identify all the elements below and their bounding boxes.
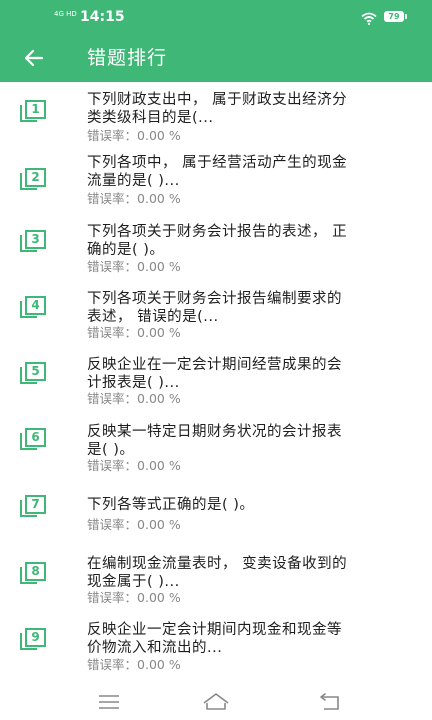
signal-indicator: 4G HD — [54, 10, 77, 18]
rank-number: 2 — [25, 168, 46, 187]
error-rate-value: 0.00 % — [137, 517, 181, 532]
arrow-left-icon — [24, 49, 44, 67]
question-line-2: 现金属于( )... — [87, 574, 180, 590]
rank-number: 5 — [25, 362, 46, 381]
error-rate-value: 0.00 % — [137, 128, 181, 143]
error-rate: 错误率：0.00 % — [87, 391, 181, 406]
list-item[interactable]: 3 下列各项关于财务会计报告的表述， 正 确的是( )。 错误率：0.00 % — [0, 220, 432, 286]
rank-number: 8 — [25, 562, 46, 581]
error-rate: 错误率：0.00 % — [87, 458, 181, 473]
app-toolbar: 错题排行 — [0, 34, 432, 82]
error-rate-label: 错误率： — [87, 128, 138, 143]
system-nav-bar — [0, 684, 432, 720]
question-line-2: 类类级科目的是(... — [87, 110, 214, 126]
question-line-1: 下列各项关于财务会计报告的表述， 正 — [87, 224, 348, 240]
rank-icon: 6 — [20, 428, 48, 452]
question-line-1: 下列各项关于财务会计报告编制要求的 — [87, 291, 342, 307]
rank-icon: 5 — [20, 362, 48, 386]
rank-number: 1 — [25, 100, 46, 119]
question-line-1: 反映企业在一定会计期间经营成果的会 — [87, 357, 342, 373]
question-line-2: 确的是( )。 — [87, 242, 165, 258]
rank-icon: 8 — [20, 562, 48, 586]
error-rate-label: 错误率： — [87, 517, 138, 532]
rank-icon: 4 — [20, 296, 48, 320]
question-line-2: 计报表是( )... — [87, 375, 180, 391]
rank-number: 3 — [25, 230, 46, 249]
list-item[interactable]: 1 下列财政支出中， 属于财政支出经济分 类类级科目的是(... 错误率：0.0… — [0, 88, 432, 154]
question-line-1: 下列各等式正确的是( )。 — [87, 497, 255, 513]
home-icon[interactable] — [202, 690, 229, 714]
list-item[interactable]: 9 反映企业一定会计期间内现金和现金等 价物流入和流出的... 错误率：0.00… — [0, 616, 432, 682]
wifi-icon — [361, 10, 377, 29]
error-rate-value: 0.00 % — [137, 325, 181, 340]
rank-icon: 9 — [20, 628, 48, 652]
rank-number: 7 — [25, 495, 46, 514]
question-line-1: 下列财政支出中， 属于财政支出经济分 — [87, 92, 348, 108]
error-rate-value: 0.00 % — [137, 191, 181, 206]
battery-indicator: 79 — [384, 11, 407, 22]
rank-icon: 1 — [20, 100, 48, 124]
question-line-1: 反映某一特定日期财务状况的会计报表 — [87, 424, 342, 440]
status-time: 14:15 — [80, 9, 125, 25]
error-rate-label: 错误率： — [87, 590, 138, 605]
list-item[interactable]: 8 在编制现金流量表时， 变卖设备收到的 现金属于( )... 错误率：0.00… — [0, 550, 432, 616]
error-rate: 错误率：0.00 % — [87, 590, 181, 605]
error-rate: 错误率：0.00 % — [87, 128, 181, 143]
page-title: 错题排行 — [87, 47, 168, 69]
error-rate-label: 错误率： — [87, 259, 138, 274]
error-rate-label: 错误率： — [87, 391, 138, 406]
error-rate: 错误率：0.00 % — [87, 517, 181, 532]
rank-number: 9 — [25, 628, 46, 647]
rank-icon: 7 — [20, 495, 48, 519]
question-line-2: 流量的是( )... — [87, 173, 180, 189]
rank-icon: 3 — [20, 230, 48, 254]
list-item[interactable]: 5 反映企业在一定会计期间经营成果的会 计报表是( )... 错误率：0.00 … — [0, 352, 432, 418]
error-rate-label: 错误率： — [87, 458, 138, 473]
error-rate-value: 0.00 % — [137, 657, 181, 672]
list-item[interactable]: 7 下列各等式正确的是( )。 错误率：0.00 % — [0, 484, 432, 550]
error-rate-value: 0.00 % — [137, 259, 181, 274]
question-line-2: 价物流入和流出的... — [87, 640, 223, 656]
error-rate-label: 错误率： — [87, 657, 138, 672]
list-item[interactable]: 2 下列各项中， 属于经营活动产生的现金 流量的是( )... 错误率：0.00… — [0, 154, 432, 220]
rank-number: 6 — [25, 428, 46, 447]
error-rate: 错误率：0.00 % — [87, 259, 181, 274]
question-line-2: 是( )。 — [87, 442, 135, 458]
error-rate-value: 0.00 % — [137, 391, 181, 406]
question-line-1: 反映企业一定会计期间内现金和现金等 — [87, 622, 342, 638]
rank-number: 4 — [25, 296, 46, 315]
error-rate: 错误率：0.00 % — [87, 325, 181, 340]
error-rate: 错误率：0.00 % — [87, 191, 181, 206]
list-item[interactable]: 6 反映某一特定日期财务状况的会计报表 是( )。 错误率：0.00 % — [0, 418, 432, 484]
question-line-1: 在编制现金流量表时， 变卖设备收到的 — [87, 556, 348, 572]
error-rate-value: 0.00 % — [137, 458, 181, 473]
status-bar: 4G HD 14:15 79 — [0, 0, 432, 34]
rank-icon: 2 — [20, 168, 48, 192]
error-rate-label: 错误率： — [87, 191, 138, 206]
list-item[interactable]: 4 下列各项关于财务会计报告编制要求的 表述， 错误的是(... 错误率：0.0… — [0, 286, 432, 352]
back-button[interactable] — [22, 46, 46, 70]
error-rate-value: 0.00 % — [137, 590, 181, 605]
question-line-1: 下列各项中， 属于经营活动产生的现金 — [87, 155, 348, 171]
error-rate: 错误率：0.00 % — [87, 657, 181, 672]
question-line-2: 表述， 错误的是(... — [87, 309, 219, 325]
menu-icon[interactable] — [96, 690, 122, 714]
error-rate-label: 错误率： — [87, 325, 138, 340]
return-icon[interactable] — [318, 690, 344, 714]
